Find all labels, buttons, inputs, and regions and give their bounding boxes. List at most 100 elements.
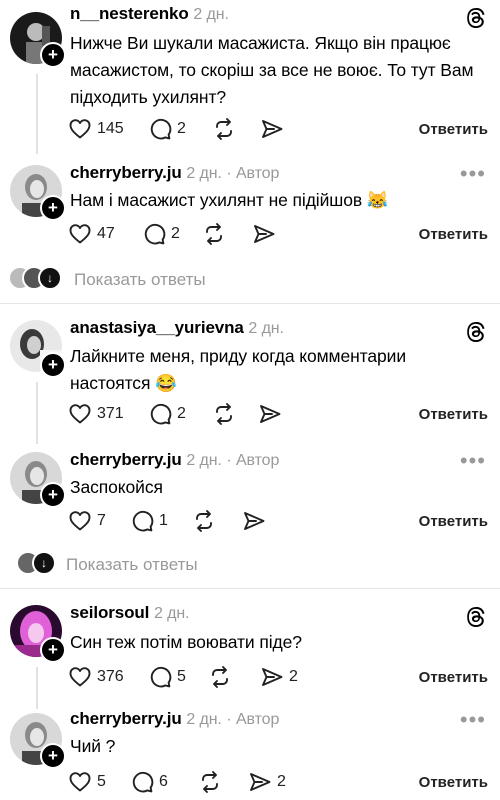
action-bar: 376 5 2 Ответить: [68, 665, 488, 691]
comment-text: Нижче Ви шукали масажиста. Якщо він прац…: [70, 33, 474, 107]
show-replies-row[interactable]: ↓ Показать ответы: [0, 266, 500, 296]
like-button[interactable]: 5: [68, 770, 106, 794]
like-count: 371: [97, 405, 124, 422]
comment-count: 2: [171, 225, 180, 242]
reply-button[interactable]: Ответить: [419, 121, 488, 138]
more-dots-icon[interactable]: •••: [460, 163, 486, 185]
comment-button[interactable]: 6: [130, 770, 168, 794]
like-count: 376: [97, 668, 124, 685]
repost-button[interactable]: [198, 770, 222, 794]
repost-button[interactable]: [202, 222, 226, 246]
follow-plus-icon[interactable]: +: [40, 195, 66, 221]
comment-button[interactable]: 2: [148, 402, 186, 426]
comment-count: 2: [177, 120, 186, 137]
action-bar: 7 1 Ответить: [68, 509, 488, 535]
like-button[interactable]: 371: [68, 402, 124, 426]
follow-plus-icon[interactable]: +: [40, 352, 66, 378]
author-badge: · Автор: [226, 165, 280, 182]
comment-text: Чий ?: [70, 736, 116, 756]
timestamp: 2 дн.: [186, 165, 222, 182]
repost-button[interactable]: [208, 665, 232, 689]
heart-icon: [68, 222, 92, 246]
like-count: 7: [97, 512, 106, 529]
comment-button[interactable]: 2: [148, 117, 186, 141]
action-bar: 5 6 2 Ответить: [68, 770, 488, 796]
threads-logo-icon[interactable]: [464, 320, 488, 344]
comment-button[interactable]: 1: [130, 509, 168, 533]
follow-plus-icon[interactable]: +: [40, 482, 66, 508]
more-dots-icon[interactable]: •••: [460, 709, 486, 731]
thread-line: [36, 74, 38, 154]
comment-text: Лайкните меня, приду когда комментарии н…: [70, 346, 407, 393]
timestamp: 2 дн.: [186, 452, 222, 469]
follow-plus-icon[interactable]: +: [40, 42, 66, 68]
username[interactable]: cherryberry.ju 2 дн. · Автор: [70, 163, 279, 183]
like-button[interactable]: 376: [68, 665, 124, 689]
author-badge: · Автор: [226, 452, 280, 469]
repost-icon: [212, 402, 236, 426]
thread-line: [36, 667, 38, 709]
comment-count: 2: [177, 405, 186, 422]
timestamp: 2 дн.: [153, 605, 190, 622]
send-icon: [252, 222, 276, 246]
timestamp: 2 дн.: [248, 320, 284, 337]
thread-line: [36, 382, 38, 444]
show-replies-label: Показать ответы: [74, 270, 206, 289]
comment-bubble-icon: [130, 509, 154, 533]
divider: [0, 303, 500, 304]
comment-button[interactable]: 2: [142, 222, 180, 246]
username[interactable]: cherryberry.ju 2 дн. · Автор: [70, 450, 279, 470]
like-button[interactable]: 145: [68, 117, 124, 141]
like-count: 145: [97, 120, 124, 137]
username[interactable]: seilorsoul 2 дн.: [70, 603, 190, 623]
heart-icon: [68, 509, 92, 533]
repost-icon: [212, 117, 236, 141]
comment-bubble-icon: [148, 402, 172, 426]
threads-logo-icon[interactable]: [464, 6, 488, 30]
heart-icon: [68, 665, 92, 689]
follow-plus-icon[interactable]: +: [40, 743, 66, 769]
reply-button[interactable]: Ответить: [419, 406, 488, 423]
chevron-down-icon: ↓: [38, 266, 62, 290]
share-button[interactable]: [258, 402, 282, 426]
comment-button[interactable]: 5: [148, 665, 186, 689]
like-button[interactable]: 47: [68, 222, 115, 246]
share-button[interactable]: 2: [248, 770, 286, 794]
share-button[interactable]: [242, 509, 266, 533]
reply-button[interactable]: Ответить: [419, 226, 488, 243]
like-button[interactable]: 7: [68, 509, 106, 533]
action-bar: 145 2 Ответить: [68, 117, 488, 143]
threads-logo-icon[interactable]: [464, 605, 488, 629]
username[interactable]: anastasiya__yurievna 2 дн.: [70, 318, 284, 338]
more-dots-icon[interactable]: •••: [460, 450, 486, 472]
reply-button[interactable]: Ответить: [419, 513, 488, 530]
timestamp: 2 дн.: [186, 711, 222, 728]
repost-icon: [198, 770, 222, 794]
show-replies-row[interactable]: ↓ Показать ответы: [0, 551, 500, 581]
comment-bubble-icon: [142, 222, 166, 246]
divider: [0, 588, 500, 589]
author-badge: · Автор: [226, 711, 280, 728]
comment-bubble-icon: [130, 770, 154, 794]
username[interactable]: cherryberry.ju 2 дн. · Автор: [70, 709, 279, 729]
reply-button[interactable]: Ответить: [419, 774, 488, 791]
comment-bubble-icon: [148, 665, 172, 689]
share-button[interactable]: [252, 222, 276, 246]
comment-text: Заспокойся: [70, 477, 163, 497]
comment-text: Нам і масажист ухилянт не підійшов 😹: [70, 190, 389, 210]
repost-button[interactable]: [212, 402, 236, 426]
reply-button[interactable]: Ответить: [419, 669, 488, 686]
share-button[interactable]: [260, 117, 284, 141]
repost-button[interactable]: [212, 117, 236, 141]
share-button[interactable]: 2: [260, 665, 298, 689]
send-icon: [260, 665, 284, 689]
follow-plus-icon[interactable]: +: [40, 637, 66, 663]
comment-bubble-icon: [148, 117, 172, 141]
repost-button[interactable]: [192, 509, 216, 533]
send-icon: [258, 402, 282, 426]
comment-count: 6: [159, 773, 168, 790]
chevron-down-icon: ↓: [32, 551, 56, 575]
comment-count: 1: [159, 512, 168, 529]
comment-count: 5: [177, 668, 186, 685]
username[interactable]: n__nesterenko 2 дн.: [70, 4, 229, 24]
